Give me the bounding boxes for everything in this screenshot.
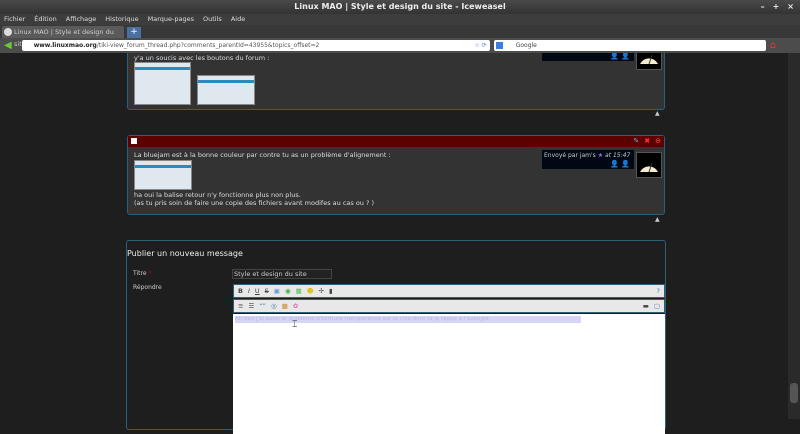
color-icon[interactable]: ✿ [293, 302, 298, 310]
user-icons[interactable]: 👤 👤 [610, 160, 630, 168]
reload-icon[interactable]: ☆ ⟳ [474, 40, 486, 51]
back-arrow-icon[interactable]: ◀ [4, 40, 12, 51]
code-icon[interactable]: ◎ [271, 302, 277, 310]
avatar [636, 53, 662, 70]
bold-button[interactable]: B [238, 287, 243, 295]
forum-post: ✎ ✖ ⊖ La bluejam est à la bonne couleur pa… [127, 135, 665, 215]
avatar [636, 152, 662, 178]
window-title: Linux MAO | Style et design du site - Ic… [294, 2, 506, 11]
fullscreen-icon[interactable]: ▢ [654, 302, 660, 310]
maximize-button[interactable]: + [773, 0, 780, 14]
link-icon[interactable]: ◉ [285, 287, 291, 295]
menu-tools[interactable]: Outils [203, 14, 222, 25]
menu-history[interactable]: Historique [105, 14, 138, 25]
menu-edit[interactable]: Édition [34, 14, 57, 25]
close-button[interactable]: × [787, 0, 794, 14]
post-time: at 15:47 [605, 152, 631, 159]
align-center-icon[interactable]: ≡ [238, 302, 243, 310]
editor-toolbar: BIUS ▣ ◉ ▦ ☻ ✢ ▮ ? [233, 284, 665, 298]
editor-text: Ah ben j'ai aussi le problème d'écriture… [235, 316, 581, 323]
underline-button[interactable]: U [255, 287, 260, 295]
minimize-button[interactable]: – [761, 0, 765, 14]
new-tab-button[interactable]: + [127, 27, 141, 38]
reply-label: Répondre [133, 284, 162, 291]
post-info: 👤 👤 [542, 53, 634, 61]
film-icon[interactable]: ▮ [329, 287, 333, 295]
home-icon[interactable]: ⌂ [770, 40, 776, 51]
menu-file[interactable]: Fichier [4, 14, 25, 25]
screenshot-thumbnail[interactable] [134, 62, 191, 105]
menu-view[interactable]: Affichage [66, 14, 97, 25]
screenshot-thumbnail[interactable] [134, 160, 192, 190]
menu-help[interactable]: Aide [231, 14, 245, 25]
select-checkbox[interactable] [131, 138, 137, 144]
menu-bookmarks[interactable]: Marque-pages [148, 14, 194, 25]
list-icon[interactable]: ☰ [248, 302, 254, 310]
help-icon[interactable]: ? [657, 287, 660, 295]
special-char-icon[interactable]: ✢ [319, 287, 324, 295]
title-label: Titre * [133, 270, 152, 277]
post-author[interactable]: Envoyé par jam's [544, 152, 596, 159]
user-icons[interactable]: 👤 👤 [610, 53, 630, 60]
strike-button[interactable]: S [265, 287, 269, 295]
search-input[interactable]: Google [493, 40, 766, 51]
image-icon[interactable]: ▣ [274, 287, 280, 295]
reply-form: Publier un nouveau message Titre * Style… [126, 240, 666, 434]
scrollbar-thumb[interactable] [790, 383, 798, 403]
italic-button[interactable]: I [248, 287, 250, 295]
url-domain: www.linuxmao.org [33, 42, 97, 49]
post-info: Envoyé par jam's ★ at 15:47 👤 👤 [542, 150, 634, 169]
print-icon[interactable]: ▬ [643, 302, 649, 310]
scrollbar[interactable] [788, 53, 800, 419]
window-titlebar: Linux MAO | Style et design du site - Ic… [0, 0, 800, 14]
form-heading: Publier un nouveau message [127, 249, 243, 258]
editor-toolbar-2: ≡ ☰ “” ◎ ▩ ✿ ▬ ▢ [233, 299, 665, 313]
title-input[interactable]: Style et design du site [232, 269, 332, 279]
screenshot-thumbnail[interactable] [197, 75, 255, 105]
edit-icon[interactable]: ✎ [633, 137, 639, 145]
menu-bar: Fichier Édition Affichage Historique Marque-… [0, 14, 800, 25]
remove-icon[interactable]: ⊖ [655, 137, 661, 145]
url-path: /tiki-view_forum_thread.php?comments_par… [96, 42, 320, 49]
browser-tab[interactable]: Linux MAO | Style et design du site [2, 26, 124, 48]
forum-post: y'a un soucis avec les boutons du forum … [127, 53, 665, 110]
post-text: ha oui la balise retour n'y fonctionne p… [134, 191, 301, 199]
plugin-icon[interactable]: ▩ [282, 302, 288, 310]
url-bar[interactable]: www.linuxmao.org/tiki-view_forum_thread.… [21, 40, 490, 51]
scroll-top-icon[interactable]: ▲ [655, 216, 660, 223]
post-text: (as tu pris soin de faire une copie des … [134, 199, 375, 207]
smiley-icon[interactable]: ☻ [307, 287, 314, 295]
mouse-cursor-icon: ⌶ [292, 320, 298, 330]
message-editor[interactable]: Ah ben j'ai aussi le problème d'écriture… [233, 314, 665, 434]
scroll-top-icon[interactable]: ▲ [655, 110, 660, 117]
table-icon[interactable]: ▦ [296, 287, 302, 295]
delete-icon[interactable]: ✖ [644, 137, 650, 145]
quote-icon[interactable]: “” [259, 302, 266, 310]
